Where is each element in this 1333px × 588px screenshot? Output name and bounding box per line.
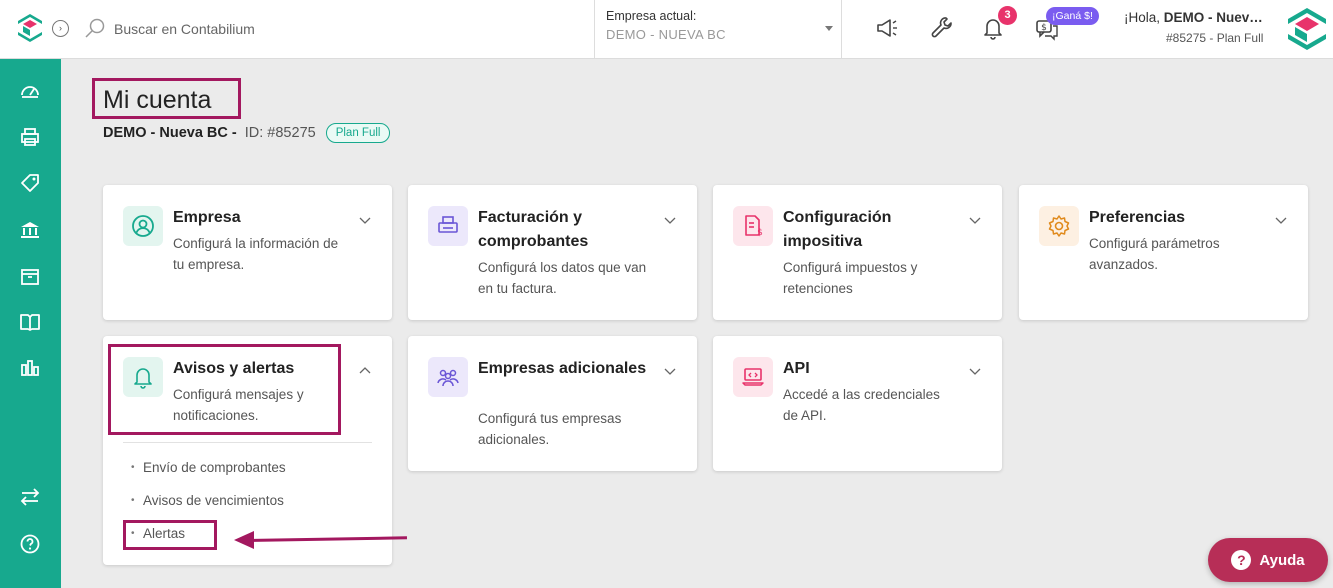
sidebar <box>0 59 61 588</box>
chevron-down-icon[interactable] <box>663 364 677 378</box>
card-empresas-adicionales[interactable]: Empresas adicionales Configurá tus empre… <box>408 336 697 471</box>
laptop-code-icon <box>742 368 764 386</box>
user-avatar-logo[interactable] <box>1284 6 1330 52</box>
wrench-icon[interactable] <box>929 15 955 41</box>
search-input[interactable] <box>114 19 414 39</box>
gear-icon <box>1048 215 1070 237</box>
card-description: Configurá la información de tu empresa. <box>173 236 339 272</box>
account-id-plan: #85275 - Plan Full <box>1166 31 1264 45</box>
contabilium-logo[interactable] <box>14 12 46 44</box>
account-summary: DEMO - Nueva BC - ID: #85275 Plan Full <box>103 123 391 143</box>
expand-sidebar-button[interactable]: › <box>52 20 69 37</box>
card-configuracion-impositiva[interactable]: $ Configuración impositiva Configurá imp… <box>713 185 1002 320</box>
card-icon-empresa <box>123 206 163 246</box>
chevron-down-icon[interactable] <box>1274 213 1288 227</box>
highlight-box-alertas <box>123 520 217 550</box>
user-circle-icon <box>132 215 154 237</box>
card-empresa[interactable]: Empresa Configurá la información de tu e… <box>103 185 392 320</box>
svg-text:$: $ <box>757 228 763 238</box>
card-api[interactable]: API Accedé a las credenciales de API. <box>713 336 1002 471</box>
card-description: Configurá impuestos y retenciones <box>783 260 918 296</box>
card-preferencias[interactable]: Preferencias Configurá parámetros avanza… <box>1019 185 1308 320</box>
card-icon-impositiva: $ <box>733 206 773 246</box>
highlight-box-avisos <box>108 344 341 435</box>
chevron-down-icon[interactable] <box>968 213 982 227</box>
card-title: Configuración impositiva <box>783 209 892 250</box>
gana-promo-badge[interactable]: ¡Ganá $! <box>1046 7 1099 25</box>
help-button[interactable]: ? Ayuda <box>1208 538 1328 582</box>
users-group-icon <box>437 369 459 387</box>
company-select-value: DEMO - NUEVA BC <box>606 27 726 42</box>
highlight-box-title <box>92 78 241 119</box>
card-description: Configurá los datos que van en tu factur… <box>478 260 647 296</box>
plan-badge: Plan Full <box>325 123 391 143</box>
submenu-item-envio-comprobantes[interactable]: Envío de comprobantes <box>131 460 286 475</box>
tag-icon[interactable] <box>19 172 41 194</box>
chevron-down-icon[interactable] <box>663 213 677 227</box>
help-circle-icon[interactable] <box>19 533 41 555</box>
card-icon-empresas-adicionales <box>428 357 468 397</box>
bank-icon[interactable] <box>19 219 41 241</box>
chevron-down-icon[interactable] <box>968 364 982 378</box>
topbar: › Empresa actual: DEMO - NUEVA BC 3 $ ¡G… <box>0 0 1333 59</box>
transfer-arrows-icon[interactable] <box>19 486 41 508</box>
dashboard-gauge-icon[interactable] <box>19 80 41 102</box>
card-facturacion[interactable]: Facturación y comprobantes Configurá los… <box>408 185 697 320</box>
box-icon[interactable] <box>19 265 41 287</box>
card-title: Empresa <box>173 209 241 226</box>
annotation-arrow-head-icon <box>234 531 254 549</box>
card-icon-api <box>733 357 773 397</box>
chevron-up-icon[interactable] <box>358 364 372 378</box>
chevron-down-icon[interactable] <box>358 213 372 227</box>
bar-chart-icon[interactable] <box>19 356 41 378</box>
card-title: API <box>783 360 810 377</box>
tax-document-icon: $ <box>745 215 763 238</box>
card-title: Facturación y comprobantes <box>478 209 589 250</box>
card-icon-facturacion <box>428 206 468 246</box>
megaphone-icon[interactable] <box>875 15 901 41</box>
account-company-name: DEMO - Nueva BC - <box>103 125 237 141</box>
card-divider <box>123 442 372 443</box>
notification-count-badge: 3 <box>998 6 1017 25</box>
card-title: Preferencias <box>1089 209 1186 226</box>
book-icon[interactable] <box>19 311 41 333</box>
company-select[interactable]: Empresa actual: DEMO - NUEVA BC <box>594 0 842 58</box>
card-description: Configurá tus empresas adicionales. <box>478 411 622 447</box>
submenu-item-avisos-vencimientos[interactable]: Avisos de vencimientos <box>131 493 284 508</box>
user-greeting[interactable]: ¡Hola, DEMO - Nuev… <box>1124 10 1263 25</box>
card-description: Configurá parámetros avanzados. <box>1089 236 1220 272</box>
svg-text:$: $ <box>1041 23 1047 33</box>
card-description: Accedé a las credenciales de API. <box>783 387 940 423</box>
account-id: ID: #85275 <box>244 125 316 141</box>
question-icon: ? <box>1231 550 1252 570</box>
company-select-label: Empresa actual: <box>606 9 697 23</box>
printer-icon <box>438 216 458 233</box>
caret-down-icon <box>825 26 833 31</box>
help-button-label: Ayuda <box>1259 551 1305 569</box>
search-icon <box>85 18 105 38</box>
card-title: Empresas adicionales <box>478 360 647 377</box>
card-icon-preferencias <box>1039 206 1079 246</box>
printer-icon[interactable] <box>19 126 41 148</box>
